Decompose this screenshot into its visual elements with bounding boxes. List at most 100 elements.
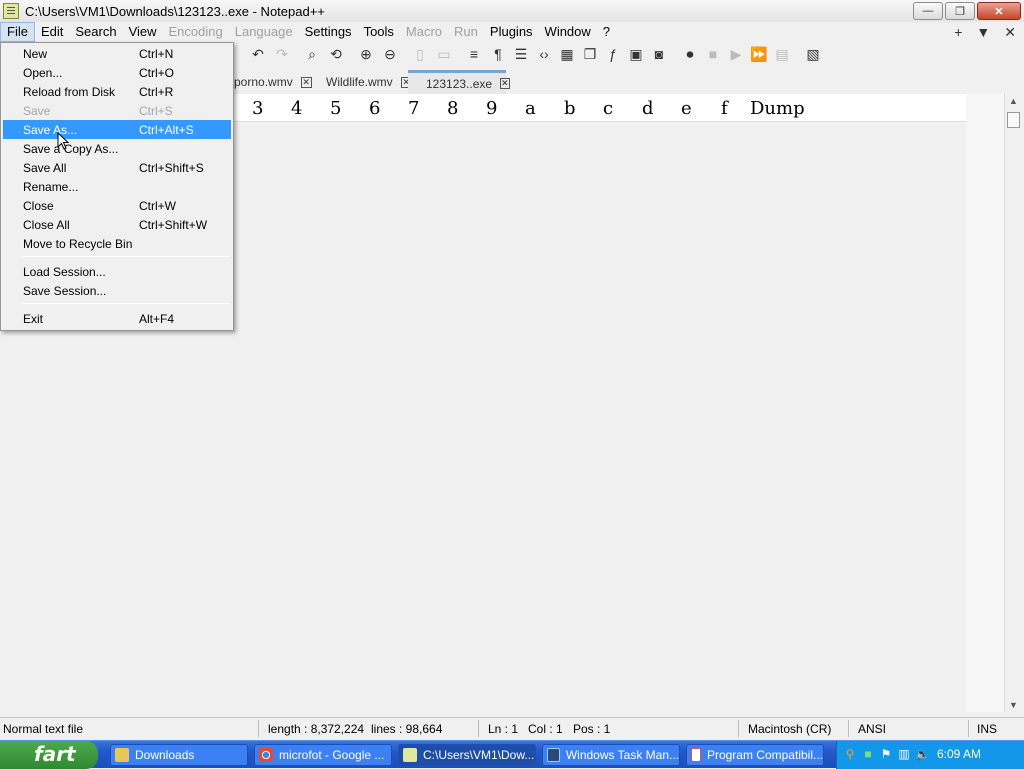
hex-col-9: 9: [486, 98, 498, 119]
redo-icon[interactable]: ↷: [273, 45, 291, 63]
hex-col-8: 8: [447, 98, 459, 119]
menu-search[interactable]: Search: [69, 22, 122, 42]
menu-item-save-all[interactable]: Save All Ctrl+Shift+S: [3, 158, 231, 177]
replace-icon[interactable]: ⟲: [327, 45, 345, 63]
plus-icon[interactable]: +: [954, 24, 962, 40]
menu-item-load-session[interactable]: Load Session...: [3, 262, 231, 281]
start-label: fart: [34, 742, 76, 766]
menu-item-new[interactable]: New Ctrl+N: [3, 44, 231, 63]
record-macro-icon[interactable]: ⏺: [681, 45, 699, 63]
restore-button[interactable]: ❐: [945, 2, 975, 20]
taskbar-item-notepadpp[interactable]: C:\Users\VM1\Dow...: [398, 744, 536, 766]
program-compat-icon: [691, 748, 701, 762]
start-button[interactable]: fart: [0, 741, 98, 769]
taskbar-item-downloads[interactable]: Downloads: [110, 744, 248, 766]
tab-label: porno.wmv: [234, 75, 293, 89]
notepadpp-icon: [3, 3, 19, 19]
chrome-icon: [259, 748, 273, 762]
menu-item-save[interactable]: Save Ctrl+S: [3, 101, 231, 120]
close-doc-icon[interactable]: ✕: [1004, 24, 1016, 41]
scrollbar-thumb[interactable]: [1007, 112, 1020, 128]
menu-item-rename[interactable]: Rename...: [3, 177, 231, 196]
scroll-up-icon[interactable]: ▲: [1009, 96, 1018, 106]
menu-item-close[interactable]: Close Ctrl+W: [3, 196, 231, 215]
status-bar: Normal text file length : 8,372,224 line…: [0, 717, 1024, 739]
run-macro-multiple-icon[interactable]: ⏩: [750, 45, 768, 63]
undo-icon[interactable]: ↶: [249, 45, 267, 63]
system-tray: ⚲ ■ ⚑ ▥ 🔈 6:09 AM: [836, 741, 1024, 769]
menu-language[interactable]: Language: [229, 22, 299, 42]
hex-col-7: 7: [408, 98, 420, 119]
menu-tools[interactable]: Tools: [358, 22, 400, 42]
zoom-out-icon[interactable]: ⊖: [381, 45, 399, 63]
tab-wildlife-wmv[interactable]: Wildlife.wmv ✕: [320, 70, 418, 94]
xml-icon[interactable]: ‹›: [535, 45, 553, 63]
menu-item-close-all[interactable]: Close All Ctrl+Shift+W: [3, 215, 231, 234]
menu-file[interactable]: File: [0, 22, 35, 42]
close-button[interactable]: ✕: [977, 2, 1021, 20]
menu-encoding[interactable]: Encoding: [163, 22, 229, 42]
zoom-in-icon[interactable]: ⊕: [357, 45, 375, 63]
status-divider: [848, 720, 849, 737]
doc-list-icon[interactable]: ❐: [581, 45, 599, 63]
scroll-down-icon[interactable]: ▼: [1009, 700, 1018, 710]
taskbar-item-chrome[interactable]: microfot - Google ...: [254, 744, 392, 766]
find-icon[interactable]: ⌕: [303, 45, 321, 63]
monitoring-icon[interactable]: ◙: [650, 45, 668, 63]
save-macro-icon[interactable]: ▤: [773, 45, 791, 63]
menu-settings[interactable]: Settings: [299, 22, 358, 42]
status-length: length : 8,372,224: [268, 722, 365, 736]
menu-view[interactable]: View: [123, 22, 163, 42]
folder-workspace-icon[interactable]: ▣: [627, 45, 645, 63]
minimize-button[interactable]: —: [913, 2, 943, 20]
volume-icon[interactable]: 🔈: [915, 747, 930, 761]
menu-item-save-session[interactable]: Save Session...: [3, 281, 231, 300]
search-icon[interactable]: ⚲: [843, 747, 857, 761]
word-wrap-icon[interactable]: ≡: [465, 45, 483, 63]
show-all-chars-icon[interactable]: ¶: [489, 45, 507, 63]
security-icon[interactable]: ■: [861, 747, 875, 761]
stop-macro-icon[interactable]: ■: [704, 45, 722, 63]
function-list-icon[interactable]: ƒ: [604, 45, 622, 63]
status-divider: [258, 720, 259, 737]
menu-item-recycle-bin[interactable]: Move to Recycle Bin: [3, 234, 231, 253]
file-menu-dropdown: New Ctrl+N Open... Ctrl+O Reload from Di…: [0, 42, 234, 331]
play-macro-icon[interactable]: ▶: [727, 45, 745, 63]
tab-porno-wmv[interactable]: porno.wmv ✕: [228, 70, 318, 94]
hex-editor-icon[interactable]: ▧: [804, 45, 822, 63]
taskbar: fart Downloads microfot - Google ... C:\…: [0, 740, 1024, 769]
sync-horizontal-icon[interactable]: ▭: [435, 45, 453, 63]
taskbar-item-task-manager[interactable]: Windows Task Man...: [542, 744, 680, 766]
tab-123123-exe[interactable]: 123123..exe ✕: [408, 70, 510, 94]
indent-guide-icon[interactable]: ☰: [512, 45, 530, 63]
menu-help[interactable]: ?: [597, 22, 616, 42]
menu-separator: [23, 303, 229, 304]
menu-edit[interactable]: Edit: [35, 22, 69, 42]
hex-col-dump: Dump: [750, 98, 805, 119]
tab-list-dropdown-icon[interactable]: ▼: [976, 24, 990, 40]
vertical-scrollbar[interactable]: ▲ ▼: [1004, 94, 1022, 712]
menu-item-save-copy-as[interactable]: Save a Copy As...: [3, 139, 231, 158]
status-col: Col : 1: [528, 722, 563, 736]
menu-item-exit[interactable]: Exit Alt+F4: [3, 309, 231, 328]
document-map-icon[interactable]: ▦: [558, 45, 576, 63]
menu-item-reload[interactable]: Reload from Disk Ctrl+R: [3, 82, 231, 101]
close-icon[interactable]: ✕: [300, 76, 312, 88]
menu-window[interactable]: Window: [539, 22, 597, 42]
window-title: C:\Users\VM1\Downloads\123123..exe - Not…: [25, 3, 325, 19]
menu-item-save-as[interactable]: Save As... Ctrl+Alt+S: [3, 120, 231, 139]
title-bar[interactable]: C:\Users\VM1\Downloads\123123..exe - Not…: [0, 0, 1024, 22]
window-controls: — ❐ ✕: [913, 2, 1021, 20]
menu-macro[interactable]: Macro: [400, 22, 448, 42]
network-icon[interactable]: ▥: [897, 747, 911, 761]
taskbar-item-program-compat[interactable]: Program Compatibil...: [686, 744, 824, 766]
flag-icon[interactable]: ⚑: [879, 747, 893, 761]
close-icon[interactable]: ✕: [500, 78, 510, 89]
hex-col-5: 5: [330, 98, 342, 119]
status-divider: [738, 720, 739, 737]
menu-item-open[interactable]: Open... Ctrl+O: [3, 63, 231, 82]
menu-plugins[interactable]: Plugins: [484, 22, 539, 42]
sync-vertical-icon[interactable]: ▯: [411, 45, 429, 63]
clock[interactable]: 6:09 AM: [937, 747, 981, 761]
menu-run[interactable]: Run: [448, 22, 484, 42]
